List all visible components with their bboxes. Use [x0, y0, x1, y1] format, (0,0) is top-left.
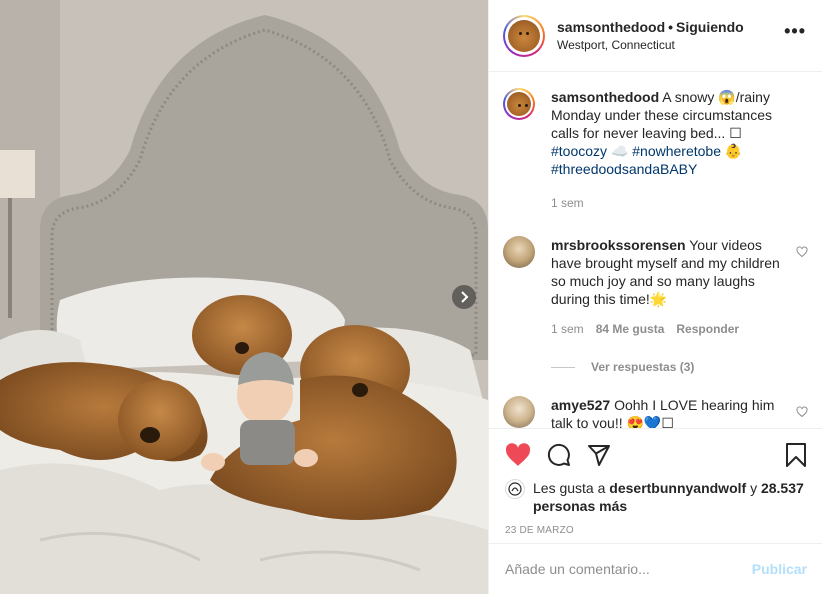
share-icon — [588, 445, 610, 466]
hashtag-link[interactable]: #nowheretobe — [632, 143, 721, 159]
avatar[interactable] — [503, 396, 535, 428]
comment-icon — [547, 443, 570, 466]
bookmark-icon — [786, 443, 806, 467]
post-side-panel: samsonthedood • Siguiendo Westport, Connec… — [488, 0, 822, 594]
header-text: samsonthedood • Siguiendo Westport, Connec… — [557, 19, 744, 52]
liker-username[interactable]: desertbunnyandwolf — [609, 480, 746, 496]
hashtag-link[interactable]: #toocozy — [551, 143, 607, 159]
comment-likes-count[interactable]: 84 Me gusta — [596, 320, 665, 338]
dog-avatar-image — [507, 92, 531, 116]
view-replies-button[interactable]: Ver respuestas (3) — [551, 360, 808, 374]
comments-list[interactable]: samsonthedood A snowy 😱/rainy Monday und… — [489, 72, 822, 428]
caption-time[interactable]: 1 sem — [551, 194, 584, 212]
liker-avatar[interactable] — [505, 479, 525, 499]
comment-body: amye527 Oohh I LOVE hearing him talk to … — [551, 396, 808, 428]
likes-summary: Les gusta a desertbunnyandwolf y 28.537 … — [505, 479, 807, 515]
post-actions: Les gusta a desertbunnyandwolf y 28.537 … — [489, 428, 822, 544]
comment-input[interactable] — [505, 561, 752, 577]
comment-username[interactable]: amye527 — [551, 397, 610, 413]
post-date[interactable]: 23 DE MARZO — [505, 525, 807, 536]
caption-emoji: 👶 — [724, 143, 743, 159]
comment-username[interactable]: mrsbrookssorensen — [551, 237, 686, 253]
comment-item: mrsbrookssorensen Your videos have broug… — [503, 236, 808, 338]
caption-emoji: ☁️ — [610, 143, 629, 159]
avatar[interactable] — [503, 236, 535, 268]
publish-button[interactable]: Publicar — [752, 561, 807, 577]
more-icon: ••• — [784, 21, 806, 41]
post-photo[interactable] — [0, 0, 488, 594]
chevron-right-icon — [461, 291, 469, 303]
post-header: samsonthedood • Siguiendo Westport, Connec… — [489, 0, 822, 72]
save-button[interactable] — [785, 443, 807, 467]
photo-illustration — [0, 0, 488, 594]
header-user-line: samsonthedood • Siguiendo — [557, 19, 744, 35]
header-username[interactable]: samsonthedood — [557, 19, 665, 35]
likes-text: Les gusta a desertbunnyandwolf y 28.537 … — [533, 479, 807, 515]
like-button[interactable] — [505, 443, 531, 467]
comment-meta: 1 sem 84 Me gusta Responder — [551, 320, 786, 338]
heart-outline-icon[interactable] — [796, 246, 808, 258]
likes-conj: y — [750, 480, 758, 496]
liker-logo-icon — [508, 482, 522, 496]
more-options-button[interactable]: ••• — [784, 22, 806, 40]
caption-body: samsonthedood A snowy 😱/rainy Monday und… — [551, 88, 808, 212]
caption-username[interactable]: samsonthedood — [551, 89, 659, 105]
reply-button[interactable]: Responder — [676, 320, 739, 338]
heart-filled-icon — [505, 443, 531, 466]
action-bar — [505, 441, 807, 469]
comment-body: mrsbrookssorensen Your videos have broug… — [551, 236, 808, 338]
view-replies-label: Ver respuestas (3) — [591, 360, 695, 374]
separator-dot: • — [668, 19, 674, 35]
heart-outline-icon[interactable] — [796, 406, 808, 418]
avatar[interactable] — [503, 14, 545, 57]
comment-item: amye527 Oohh I LOVE hearing him talk to … — [503, 396, 808, 428]
hashtag-link[interactable]: #threedoodsandaBABY — [551, 161, 697, 177]
comment-button[interactable] — [547, 443, 571, 467]
caption-avatar[interactable] — [503, 88, 535, 120]
comment-time[interactable]: 1 sem — [551, 320, 584, 338]
replies-divider — [551, 366, 575, 368]
add-comment-bar: Publicar — [489, 543, 822, 594]
location-link[interactable]: Westport, Connecticut — [557, 38, 744, 52]
likes-prefix: Les gusta a — [533, 480, 606, 496]
next-photo-button[interactable] — [452, 285, 476, 309]
caption-meta: 1 sem — [551, 194, 786, 212]
follow-status-button[interactable]: Siguiendo — [676, 19, 744, 35]
caption: samsonthedood A snowy 😱/rainy Monday und… — [503, 88, 808, 212]
share-button[interactable] — [587, 443, 611, 467]
dog-avatar-image — [508, 19, 540, 52]
